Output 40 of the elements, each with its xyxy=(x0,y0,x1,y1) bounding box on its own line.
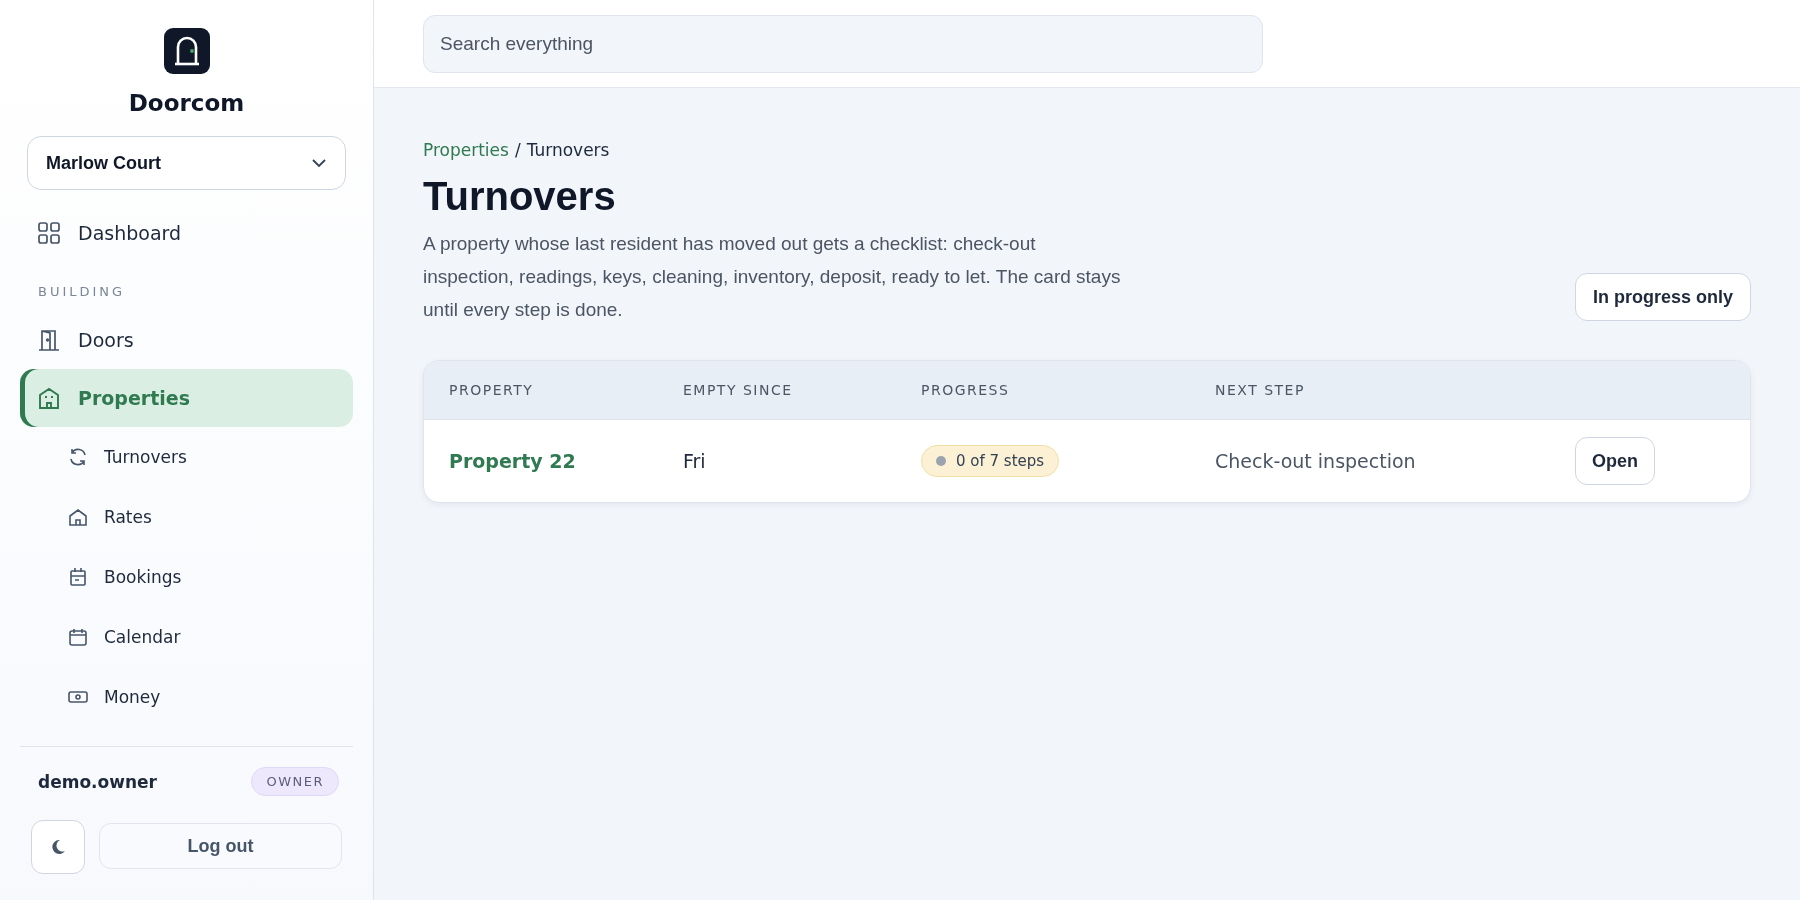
section-heading: BUILDING xyxy=(37,283,127,301)
sidebar-subitem[interactable]: Rates xyxy=(20,487,353,547)
refresh-icon xyxy=(68,447,88,467)
house-icon xyxy=(68,507,88,527)
sidebar-subitem[interactable]: Calendar xyxy=(20,607,353,667)
username: demo.owner xyxy=(38,771,157,792)
moon-icon xyxy=(49,838,67,856)
chevron-down-icon xyxy=(311,158,327,168)
sidebar-item[interactable]: Doors xyxy=(20,311,353,369)
table-cell: Fri xyxy=(683,450,706,472)
site-dropdown[interactable]: Marlow Court xyxy=(27,136,346,190)
sidebar-subitem[interactable]: Bookings xyxy=(20,547,353,607)
breadcrumb-separator: / xyxy=(514,140,521,160)
sidebar-subitem[interactable]: Money xyxy=(20,667,353,727)
grid-icon xyxy=(38,222,60,244)
column-header: NEXT STEP xyxy=(1215,382,1306,398)
property-link[interactable]: Property 22 xyxy=(449,450,576,472)
theme-toggle-button[interactable] xyxy=(31,820,85,874)
door-logo-icon xyxy=(163,28,210,74)
filter-button[interactable]: In progress only xyxy=(1574,273,1751,321)
sidebar-item[interactable]: Dashboard xyxy=(20,204,353,262)
column-header: PROGRESS xyxy=(921,382,1011,398)
breadcrumb-link[interactable]: Properties xyxy=(423,140,509,160)
calendar-icon xyxy=(68,567,88,587)
progress-badge: 0 of 7 steps xyxy=(921,445,1060,477)
open-button[interactable]: Open xyxy=(1575,437,1655,485)
sidebar-subitem[interactable]: Turnovers xyxy=(20,427,353,487)
door-icon xyxy=(38,329,60,351)
sidebar-item[interactable]: Properties xyxy=(20,369,353,427)
column-header: EMPTY SINCE xyxy=(683,382,794,398)
logout-button[interactable]: Log out xyxy=(99,823,342,869)
breadcrumb-current: Turnovers xyxy=(526,140,610,160)
table-cell: Check-out inspection xyxy=(1215,450,1416,472)
calendar-icon xyxy=(68,627,88,647)
role-badge: OWNER xyxy=(251,767,339,796)
brand-name: Doorcom xyxy=(128,90,245,116)
page-description: A property whose last resident has moved out gets a checklist: check-out inspection, readings, keys, cleaning, inventory, deposit, ready to let. The card stays until every step is done. xyxy=(423,232,1122,322)
column-header: PROPERTY xyxy=(449,382,535,398)
page-title: Turnovers xyxy=(423,174,617,219)
search-field[interactable]: Search everything xyxy=(423,14,1263,73)
